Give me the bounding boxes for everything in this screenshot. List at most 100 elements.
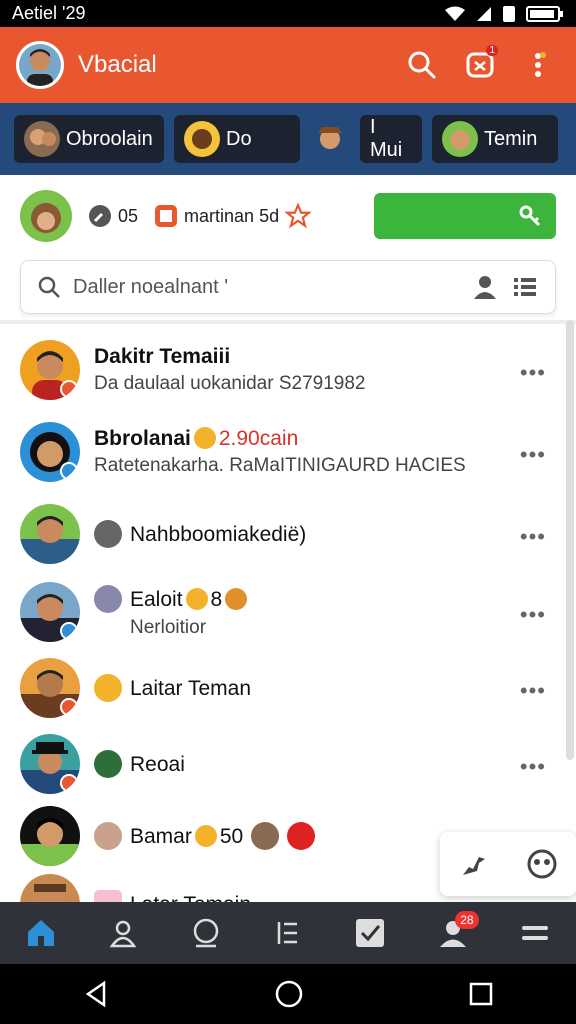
story-label: Temin [484, 127, 538, 150]
tools-chip[interactable]: 05 [88, 204, 138, 228]
contact-extra: 2.90cain [218, 427, 299, 450]
contact-subtitle: Nerloitior [130, 617, 207, 638]
notifications-button[interactable]: 1 [458, 43, 502, 87]
mini-avatar [94, 750, 122, 778]
app-title: Vbacial [78, 51, 157, 78]
nav-list[interactable] [266, 911, 310, 955]
status-badge [60, 774, 78, 792]
status-badge [60, 462, 78, 480]
overflow-menu-button[interactable] [516, 43, 560, 87]
contact-name: Ealoit [130, 588, 183, 611]
contact-name: Laitar Teman [130, 677, 252, 700]
list-item[interactable]: Bbrolanai 2.90cain Ratetenakarha. RaMaITIN… [0, 414, 576, 490]
sim-icon [503, 5, 515, 22]
search-icon [408, 51, 436, 79]
signal-icon [477, 6, 491, 21]
story-label: Do [226, 127, 252, 150]
more-options-icon[interactable]: ••• [520, 442, 546, 468]
recents-icon[interactable] [468, 981, 494, 1007]
wrench-icon [89, 205, 111, 227]
list-icon[interactable] [511, 273, 539, 301]
avatar [20, 874, 80, 902]
star-icon[interactable] [285, 203, 312, 229]
nav-contacts[interactable]: 28 [431, 911, 479, 955]
status-time: Aetiel '29 [12, 3, 86, 23]
stories-strip: Obroolain Do I Mui Temin [0, 103, 576, 175]
status-bar: Aetiel '29 [0, 0, 576, 27]
more-options-icon[interactable]: ••• [520, 602, 546, 628]
avatar [20, 340, 80, 400]
list-item[interactable]: Laitar Teman ••• [0, 650, 576, 726]
more-options-icon[interactable]: ••• [520, 360, 546, 386]
nav-badge: 28 [455, 911, 479, 929]
story-avatar [24, 121, 60, 157]
mini-avatar [94, 585, 122, 613]
tools-count: 05 [118, 205, 139, 226]
home-circle-icon[interactable] [274, 979, 304, 1009]
contact-extra: 50 [219, 825, 244, 848]
story-chip-2[interactable]: Do [174, 115, 300, 163]
more-options-icon[interactable]: ••• [520, 754, 546, 780]
key-icon [519, 205, 541, 227]
back-icon[interactable] [82, 980, 110, 1008]
list-item[interactable]: Reoai ••• [0, 726, 576, 802]
contact-list: Dakitr Temaiii Da daulaal uokanidar S2791… [0, 326, 576, 902]
group-icon [94, 520, 122, 548]
contact-name: Bamar [130, 825, 192, 848]
search-placeholder: Daller noealnant ' [73, 275, 229, 298]
search-button[interactable] [400, 43, 444, 87]
primary-action-button[interactable] [374, 193, 556, 239]
list-item[interactable]: Nahbboomiakedië) ••• [0, 496, 576, 572]
contact-name: Bbrolanai [94, 427, 191, 450]
more-vertical-icon [535, 52, 546, 77]
tag-chip[interactable]: martinan 5d [154, 203, 312, 229]
search-field[interactable]: Daller noealnant ' [20, 260, 556, 314]
list-item[interactable]: Dakitr Temaiii Da daulaal uokanidar S2791… [0, 332, 576, 408]
contact-name: Latar Temain [130, 893, 251, 902]
list-item[interactable]: Ealoit 8 Nerloitior ••• [0, 574, 576, 650]
nav-menu[interactable] [513, 911, 557, 955]
avatar [20, 658, 80, 718]
contact-name: Nahbboomiakedië) [130, 523, 307, 546]
tag-icon [155, 205, 178, 227]
red-sticker-icon [287, 822, 316, 850]
quick-actions-row: 05 martinan 5d [0, 180, 576, 252]
story-avatar-standalone[interactable] [310, 119, 350, 159]
story-chip-4[interactable]: Temin [432, 115, 558, 163]
smile-emoji-icon [185, 588, 208, 610]
story-avatar [442, 121, 478, 157]
nav-home[interactable] [19, 911, 63, 955]
user-icon [110, 920, 137, 948]
checkbox-icon [356, 919, 385, 947]
smile-emoji-icon [193, 427, 216, 449]
smile-emoji-icon [194, 825, 217, 847]
status-badge [60, 622, 78, 640]
tag-label: martinan 5d [184, 205, 280, 226]
nav-tasks[interactable] [348, 911, 392, 955]
fab-dino-icon[interactable] [459, 849, 489, 879]
nav-profile[interactable] [101, 911, 145, 955]
profile-avatar[interactable] [16, 41, 64, 89]
monkey-avatar[interactable] [20, 190, 72, 242]
chat-bubble-icon [193, 918, 218, 948]
status-badge [60, 698, 78, 716]
story-avatar [184, 121, 220, 157]
contact-extra: 8 [210, 588, 223, 611]
battery-icon [526, 5, 563, 22]
list-icon [277, 922, 297, 944]
more-options-icon[interactable]: ••• [520, 524, 546, 550]
person-icon[interactable] [471, 273, 499, 301]
story-label: I Mui [370, 116, 403, 161]
more-options-icon[interactable]: ••• [520, 678, 546, 704]
app-bar: Vbacial 1 [0, 27, 576, 103]
fab-face-icon[interactable] [526, 848, 558, 880]
menu-icon [521, 926, 548, 940]
monkey-emoji-icon [225, 588, 248, 610]
contact-name: Reoai [130, 753, 185, 776]
cat-emoji-icon [94, 674, 122, 702]
divider [0, 320, 576, 324]
nav-chat[interactable] [184, 911, 228, 955]
story-chip-3[interactable]: I Mui [360, 115, 422, 163]
story-chip-1[interactable]: Obroolain [14, 115, 164, 163]
status-badge [60, 380, 78, 398]
